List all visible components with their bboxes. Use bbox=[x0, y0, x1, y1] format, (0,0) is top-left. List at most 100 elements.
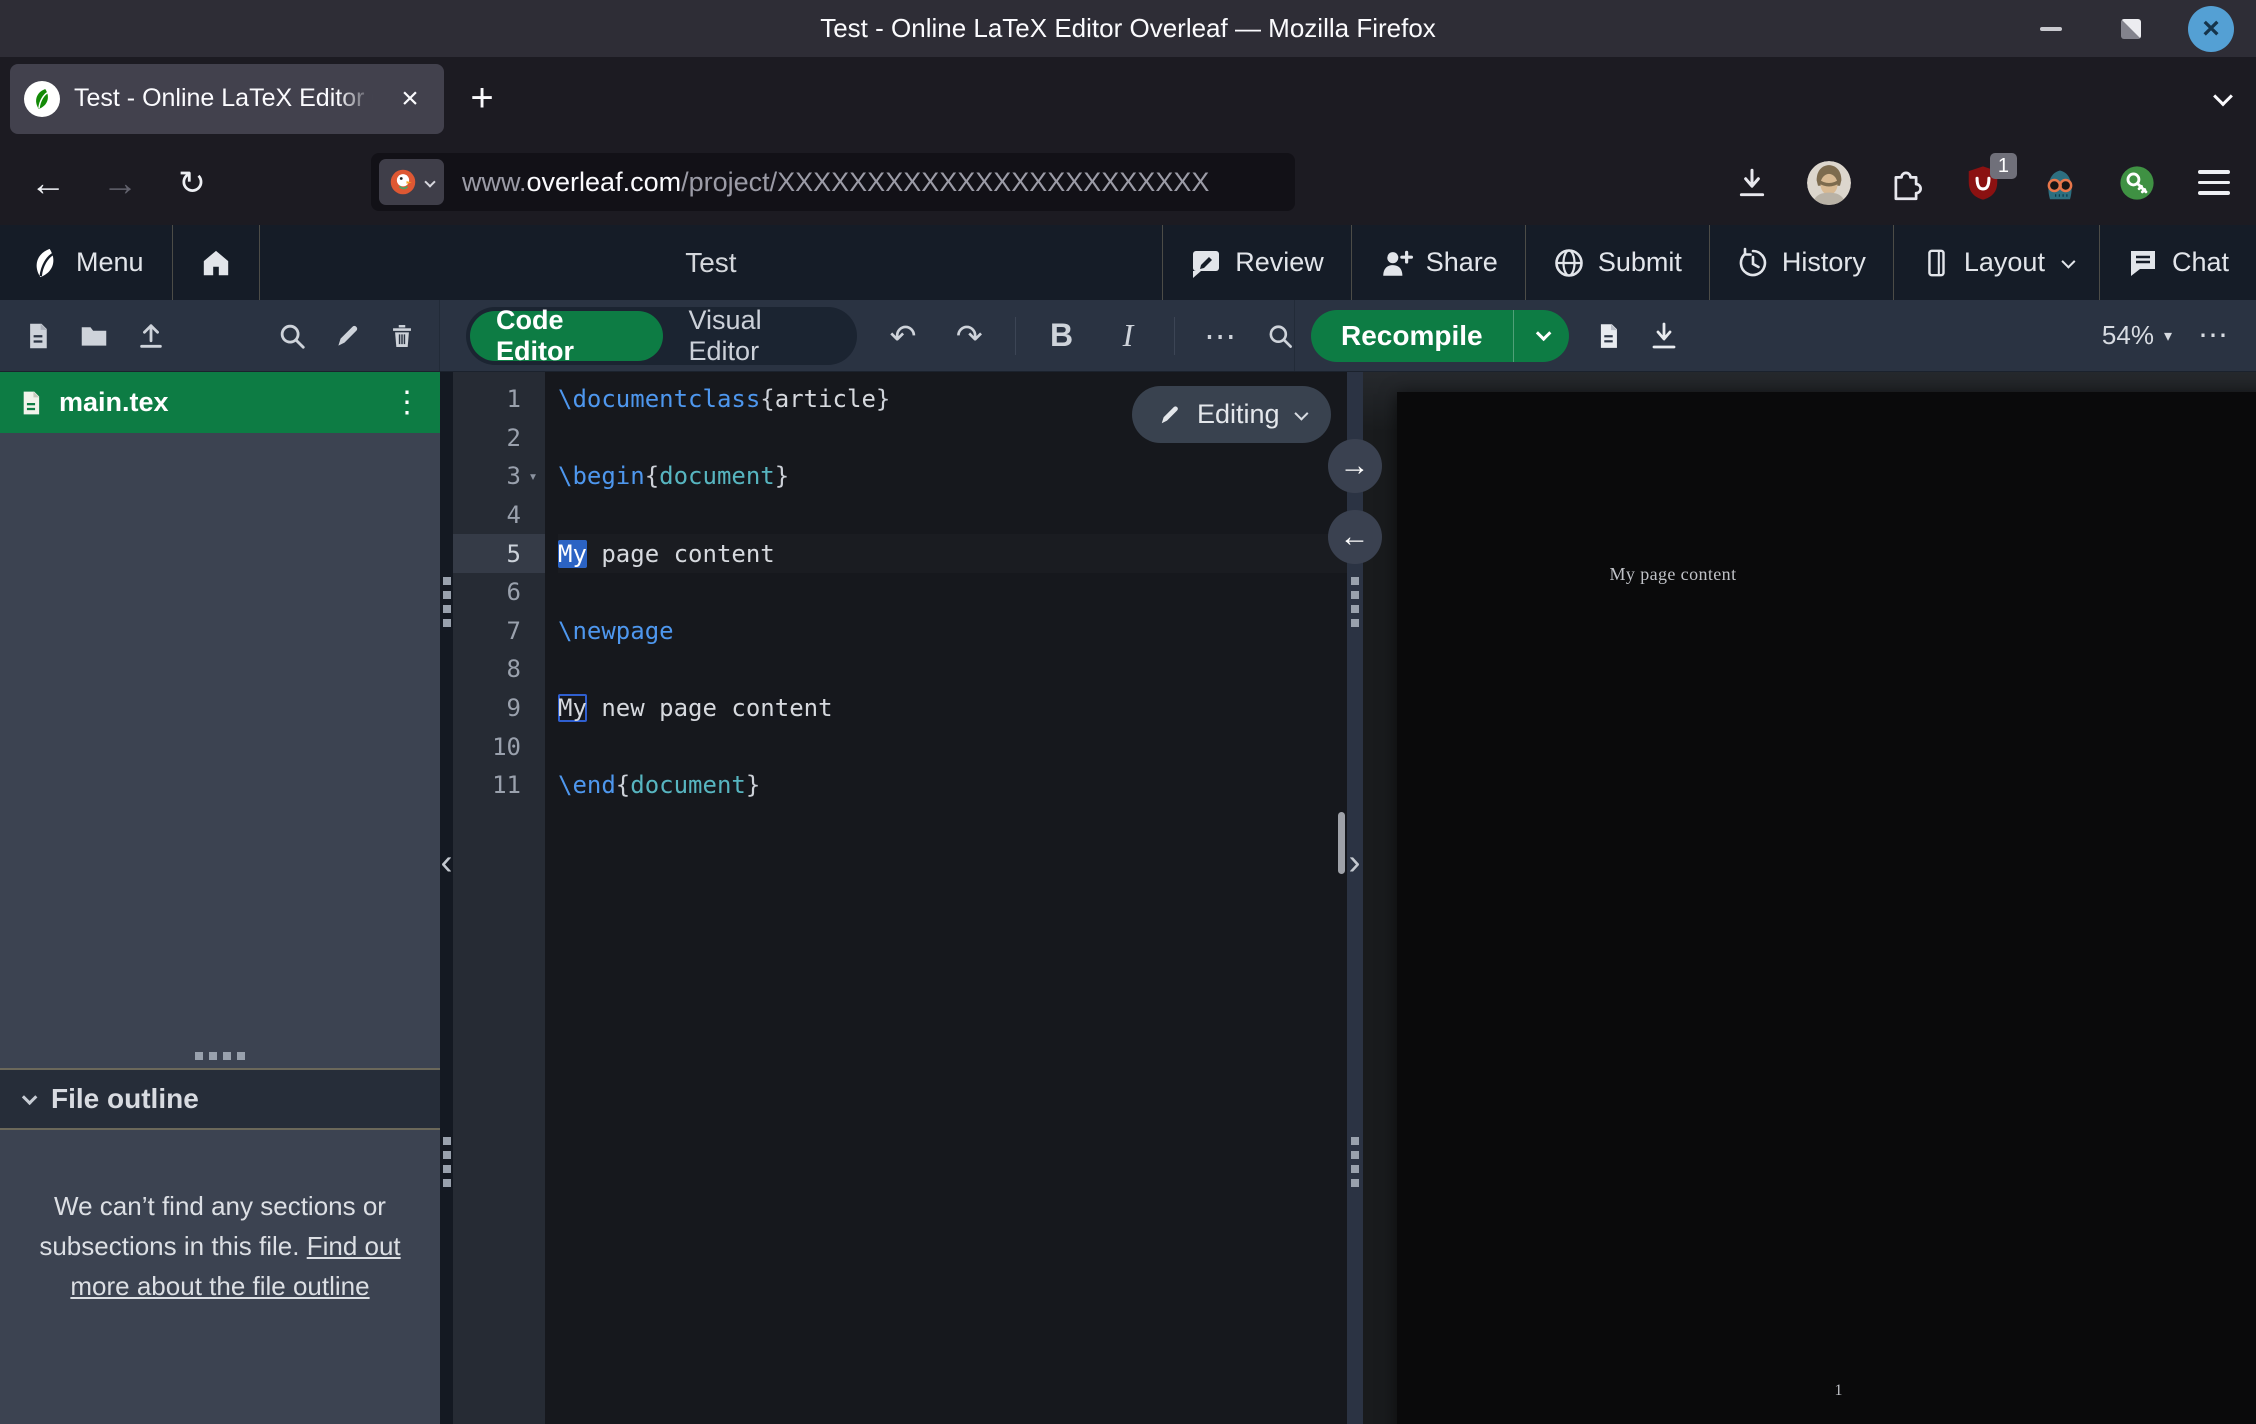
account-button[interactable] bbox=[1807, 161, 1851, 205]
history-clock-icon bbox=[1737, 247, 1769, 279]
tab-close-icon[interactable]: × bbox=[390, 82, 430, 116]
code-line[interactable] bbox=[558, 727, 1347, 766]
ublock-origin-button[interactable]: 1 bbox=[1961, 161, 2005, 205]
pdf-zoom-control[interactable]: 54% ▾ bbox=[2102, 320, 2172, 351]
forward-button[interactable]: → bbox=[92, 155, 148, 211]
menu-button[interactable]: Menu bbox=[0, 225, 173, 300]
gutter-line-number[interactable]: 5 bbox=[453, 534, 545, 573]
search-files-icon[interactable] bbox=[277, 321, 307, 351]
code-line[interactable]: My new page content bbox=[558, 689, 1347, 728]
history-button[interactable]: History bbox=[1710, 225, 1894, 300]
gutter-line-number[interactable]: 9 bbox=[453, 689, 545, 728]
review-button[interactable]: Review bbox=[1163, 225, 1352, 300]
compile-log-icon[interactable] bbox=[1595, 321, 1622, 351]
home-button[interactable] bbox=[173, 225, 260, 300]
sync-to-pdf-button[interactable]: → bbox=[1328, 439, 1382, 493]
extensions-button[interactable] bbox=[1884, 161, 1928, 205]
bold-button[interactable]: B bbox=[1041, 317, 1082, 354]
code-line[interactable]: \end{document} bbox=[558, 766, 1347, 805]
fold-arrow-icon[interactable]: ▾ bbox=[521, 467, 545, 485]
editor-pdf-divider[interactable]: → ← › bbox=[1347, 372, 1363, 1424]
url-text[interactable]: www.overleaf.com/project/XXXXXXXXXXXXXXX… bbox=[462, 167, 1209, 198]
gutter-line-number[interactable]: 7 bbox=[453, 612, 545, 651]
code-line[interactable]: \begin{document} bbox=[558, 457, 1347, 496]
editing-mode-dropdown[interactable]: Editing bbox=[1132, 386, 1331, 443]
tex-file-icon bbox=[18, 389, 44, 417]
recompile-split-button: Recompile bbox=[1311, 310, 1569, 362]
code-lines[interactable]: \documentclass{article}\begin{document}M… bbox=[545, 372, 1347, 1424]
redo-button[interactable]: ↷ bbox=[949, 317, 990, 355]
pdf-toolbar: Recompile 54% ▾ ⋯ bbox=[1295, 300, 2256, 371]
pdf-page[interactable]: My page content 1 bbox=[1397, 392, 2256, 1424]
overleaf-logo-icon bbox=[28, 246, 62, 280]
pdf-more-options-button[interactable]: ⋯ bbox=[2198, 318, 2230, 353]
outline-resize-handle[interactable] bbox=[0, 1044, 440, 1068]
code-token-cmd: \begin bbox=[558, 462, 645, 490]
code-editor-tab[interactable]: Code Editor bbox=[470, 311, 663, 361]
code-line[interactable] bbox=[558, 573, 1347, 612]
recompile-button[interactable]: Recompile bbox=[1311, 320, 1513, 352]
chat-label: Chat bbox=[2172, 247, 2229, 278]
expand-pdf-icon[interactable]: › bbox=[1349, 844, 1361, 880]
close-window-button[interactable]: × bbox=[2188, 6, 2234, 52]
search-engine-chip[interactable] bbox=[379, 159, 444, 205]
layout-button[interactable]: Layout bbox=[1894, 225, 2100, 300]
browser-tab[interactable]: Test - Online LaTeX Editor O × bbox=[10, 64, 444, 134]
editor-scrollbar-thumb[interactable] bbox=[1338, 812, 1345, 874]
more-tools-button[interactable]: ⋯ bbox=[1200, 317, 1241, 355]
divider-drag-handle[interactable] bbox=[443, 1137, 451, 1187]
italic-button[interactable]: I bbox=[1107, 317, 1148, 354]
file-menu-kebab-icon[interactable]: ⋮ bbox=[392, 385, 422, 420]
code-line[interactable] bbox=[558, 496, 1347, 535]
chat-button[interactable]: Chat bbox=[2100, 225, 2256, 300]
window-title: Test - Online LaTeX Editor Overleaf — Mo… bbox=[820, 13, 1436, 44]
gutter-line-number[interactable]: 11 bbox=[453, 766, 545, 805]
divider-drag-handle[interactable] bbox=[443, 577, 451, 627]
code-line[interactable]: My page content bbox=[558, 534, 1347, 573]
upload-icon[interactable] bbox=[136, 321, 166, 351]
divider-drag-handle[interactable] bbox=[1351, 577, 1359, 627]
new-folder-icon[interactable] bbox=[79, 322, 109, 350]
editor-mode-toggle: Code Editor Visual Editor bbox=[466, 307, 857, 365]
submit-button[interactable]: Submit bbox=[1526, 225, 1710, 300]
file-tree-divider[interactable]: ‹ bbox=[440, 372, 453, 1424]
gutter-line-number[interactable]: 3▾ bbox=[453, 457, 545, 496]
rename-pencil-icon[interactable] bbox=[334, 321, 362, 351]
maximize-button[interactable] bbox=[2108, 6, 2154, 52]
gutter-line-number[interactable]: 1 bbox=[453, 380, 545, 419]
key-icon bbox=[2118, 164, 2156, 202]
collapse-file-tree-icon[interactable]: ‹ bbox=[441, 844, 453, 880]
url-bar[interactable]: www.overleaf.com/project/XXXXXXXXXXXXXXX… bbox=[371, 153, 1295, 211]
gutter-line-number[interactable]: 2 bbox=[453, 419, 545, 458]
new-tab-button[interactable]: + bbox=[454, 71, 510, 127]
privacy-extension-button[interactable] bbox=[2038, 161, 2082, 205]
chevron-down-icon bbox=[424, 176, 435, 187]
file-item-main-tex[interactable]: main.tex ⋮ bbox=[0, 372, 440, 433]
download-pdf-icon[interactable] bbox=[1648, 320, 1680, 352]
file-outline-header[interactable]: File outline bbox=[0, 1068, 440, 1130]
undo-button[interactable]: ↶ bbox=[882, 317, 923, 355]
downloads-button[interactable] bbox=[1730, 161, 1774, 205]
code-line[interactable]: \newpage bbox=[558, 612, 1347, 651]
list-all-tabs-button[interactable] bbox=[2216, 89, 2230, 108]
window-controls: × bbox=[2028, 0, 2234, 57]
gutter-line-number[interactable]: 8 bbox=[453, 650, 545, 689]
share-button[interactable]: Share bbox=[1352, 225, 1526, 300]
code-line[interactable] bbox=[558, 650, 1347, 689]
reload-button[interactable]: ↻ bbox=[164, 155, 220, 211]
app-menu-button[interactable] bbox=[2192, 161, 2236, 205]
gutter-line-number[interactable]: 10 bbox=[453, 727, 545, 766]
code-token-plain: article bbox=[775, 385, 876, 413]
visual-editor-tab[interactable]: Visual Editor bbox=[663, 305, 854, 367]
gutter-line-number[interactable]: 4 bbox=[453, 496, 545, 535]
gutter-line-number[interactable]: 6 bbox=[453, 573, 545, 612]
back-button[interactable]: ← bbox=[20, 155, 76, 211]
minimize-button[interactable] bbox=[2028, 6, 2074, 52]
new-file-icon[interactable] bbox=[24, 321, 52, 351]
recompile-options-button[interactable] bbox=[1514, 330, 1569, 341]
sync-to-code-button[interactable]: ← bbox=[1328, 510, 1382, 564]
search-in-code-icon[interactable] bbox=[1266, 321, 1294, 351]
delete-trash-icon[interactable] bbox=[389, 321, 415, 351]
divider-drag-handle[interactable] bbox=[1351, 1137, 1359, 1187]
keepassxc-button[interactable] bbox=[2115, 161, 2159, 205]
